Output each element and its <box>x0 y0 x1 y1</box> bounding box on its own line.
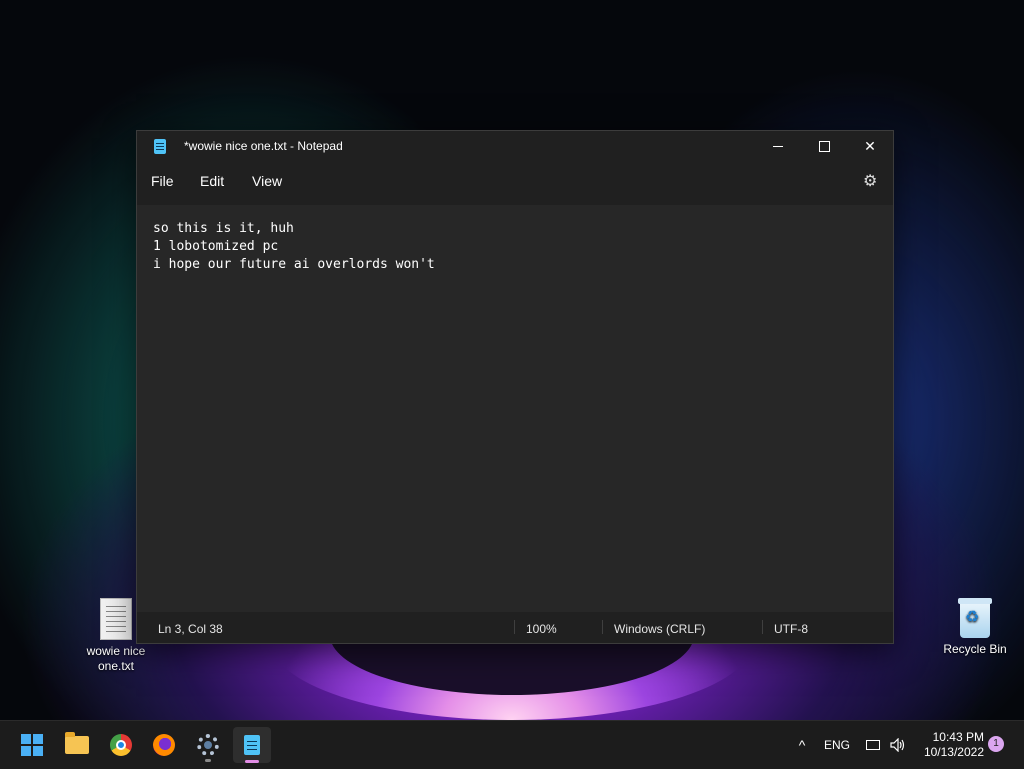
text-file-icon <box>100 598 132 640</box>
menu-view[interactable]: View <box>252 173 282 189</box>
settings-gear-icon <box>197 734 219 756</box>
close-button[interactable]: ✕ <box>847 131 893 161</box>
encoding: UTF-8 <box>774 622 808 636</box>
start-button[interactable] <box>13 727 51 763</box>
clock[interactable]: 10:43 PM 10/13/2022 <box>920 721 984 769</box>
volume-button[interactable] <box>890 721 906 769</box>
notepad-window: *wowie nice one.txt - Notepad ✕ File Edi… <box>136 130 894 644</box>
windows-logo-icon <box>21 734 43 756</box>
folder-icon <box>65 732 89 754</box>
menu-edit[interactable]: Edit <box>200 173 224 189</box>
zoom-level: 100% <box>526 622 557 636</box>
network-button[interactable] <box>866 721 882 769</box>
text-editor[interactable]: so this is it, huh 1 lobotomized pc i ho… <box>137 205 893 612</box>
taskbar-firefox[interactable] <box>145 727 183 763</box>
taskbar-file-explorer[interactable] <box>58 727 96 763</box>
clock-time: 10:43 PM <box>932 730 984 744</box>
maximize-icon <box>818 140 830 152</box>
menu-bar: File Edit View ⚙ <box>137 161 893 205</box>
firefox-icon <box>153 734 175 756</box>
status-divider <box>514 620 515 634</box>
network-icon <box>866 740 880 750</box>
notepad-icon <box>244 735 260 755</box>
desktop-icon-label: Recycle Bin <box>943 642 1007 656</box>
taskbar-notepad[interactable] <box>233 727 271 763</box>
taskbar-chrome[interactable] <box>102 727 140 763</box>
desktop-icon-label-line1: wowie nice <box>86 644 146 658</box>
editor-line-2: 1 lobotomized pc <box>153 239 279 254</box>
menu-file[interactable]: File <box>151 173 174 189</box>
line-ending: Windows (CRLF) <box>614 622 706 636</box>
cursor-position: Ln 3, Col 38 <box>158 622 223 636</box>
window-title: *wowie nice one.txt - Notepad <box>184 139 343 153</box>
show-hidden-icons-button[interactable]: ^ <box>794 721 810 769</box>
editor-line-3: i hope our future ai overlords won't <box>153 257 435 272</box>
clock-date: 10/13/2022 <box>923 745 984 759</box>
close-icon: ✕ <box>864 137 876 154</box>
desktop-icon-recycle-bin[interactable]: ♻ Recycle Bin <box>935 598 1015 657</box>
status-divider <box>602 620 603 634</box>
recycle-bin-icon: ♻ <box>958 598 992 638</box>
active-indicator <box>245 760 259 763</box>
editor-line-1: so this is it, huh <box>153 221 294 236</box>
minimize-button[interactable] <box>755 131 801 161</box>
taskbar-settings[interactable] <box>189 727 227 763</box>
chrome-icon <box>110 734 132 756</box>
notification-badge[interactable]: 1 <box>988 736 1004 752</box>
title-bar[interactable]: *wowie nice one.txt - Notepad ✕ <box>137 131 893 161</box>
chevron-up-icon: ^ <box>798 737 806 753</box>
maximize-button[interactable] <box>801 131 847 161</box>
speaker-icon <box>890 738 905 752</box>
status-divider <box>762 620 763 634</box>
desktop-icon-label-line2: one.txt <box>97 659 135 673</box>
notepad-icon <box>154 139 166 154</box>
running-indicator <box>205 759 211 762</box>
language-indicator[interactable]: ENG <box>824 721 850 769</box>
status-bar: Ln 3, Col 38 100% Windows (CRLF) UTF-8 <box>137 612 893 643</box>
minimize-icon <box>773 145 783 147</box>
taskbar: ^ ENG 10:43 PM 10/13/2022 1 <box>0 720 1024 769</box>
gear-icon[interactable]: ⚙ <box>863 174 879 190</box>
